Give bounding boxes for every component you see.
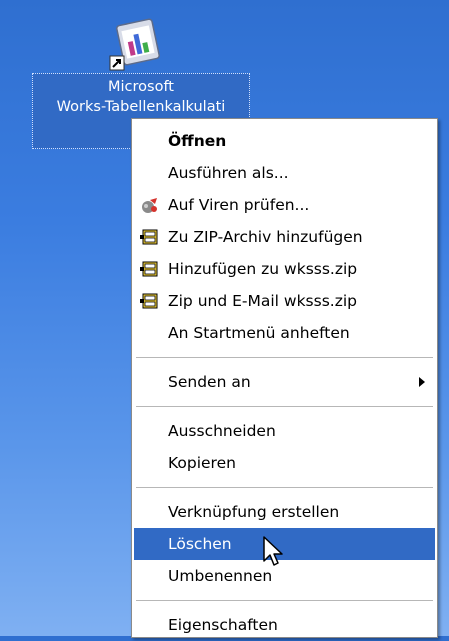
menu-item-copy[interactable]: Kopieren: [134, 447, 435, 479]
menu-item-label: Auf Viren prüfen...: [168, 196, 310, 214]
menu-item-properties[interactable]: Eigenschaften: [134, 609, 435, 641]
menu-item-run-as[interactable]: Ausführen als...: [134, 157, 435, 189]
menu-item-open[interactable]: Öffnen: [134, 125, 435, 157]
menu-item-send-to[interactable]: Senden an: [134, 366, 435, 398]
menu-item-label: Ausführen als...: [168, 164, 289, 182]
shortcut-label-line1: Microsoft: [108, 79, 174, 95]
menu-item-label: Kopieren: [168, 454, 236, 472]
works-spreadsheet-shortcut-icon[interactable]: [108, 16, 164, 72]
desktop[interactable]: Microsoft Works-Tabellenkalkulati Öffnen…: [0, 0, 449, 638]
menu-item-zip-and-email[interactable]: Zip und E-Mail wksss.zip: [134, 285, 435, 317]
menu-item-label: Hinzufügen zu wksss.zip: [168, 260, 358, 278]
virus-scan-icon: [142, 198, 157, 213]
shortcut-label-line2: Works-Tabellenkalkulati: [56, 99, 226, 115]
menu-item-label: Senden an: [168, 373, 251, 391]
menu-item-cut[interactable]: Ausschneiden: [134, 415, 435, 447]
menu-item-pin-to-start-menu[interactable]: An Startmenü anheften: [134, 317, 435, 349]
menu-item-add-to-wksss-zip[interactable]: Hinzufügen zu wksss.zip: [134, 253, 435, 285]
menu-item-label: An Startmenü anheften: [168, 324, 350, 342]
menu-item-label: Zip und E-Mail wksss.zip: [168, 292, 357, 310]
menu-item-label: Zu ZIP-Archiv hinzufügen: [168, 228, 363, 246]
mouse-cursor-icon: [263, 536, 283, 566]
menu-item-label: Öffnen: [168, 132, 227, 150]
menu-item-label: Löschen: [168, 535, 232, 553]
menu-separator: [136, 357, 433, 358]
menu-item-label: Umbenennen: [168, 567, 273, 585]
winzip-icon: [140, 293, 158, 309]
menu-item-label: Ausschneiden: [168, 422, 276, 440]
menu-separator: [136, 600, 433, 601]
menu-item-create-shortcut[interactable]: Verknüpfung erstellen: [134, 496, 435, 528]
menu-item-virus-scan[interactable]: Auf Viren prüfen...: [134, 189, 435, 221]
winzip-icon: [140, 261, 158, 277]
menu-item-label: Eigenschaften: [168, 616, 278, 634]
menu-item-add-to-zip-archive[interactable]: Zu ZIP-Archiv hinzufügen: [134, 221, 435, 253]
menu-separator: [136, 487, 433, 488]
submenu-arrow-icon: [419, 377, 425, 387]
winzip-icon: [140, 229, 158, 245]
menu-separator: [136, 406, 433, 407]
menu-item-label: Verknüpfung erstellen: [168, 503, 340, 521]
